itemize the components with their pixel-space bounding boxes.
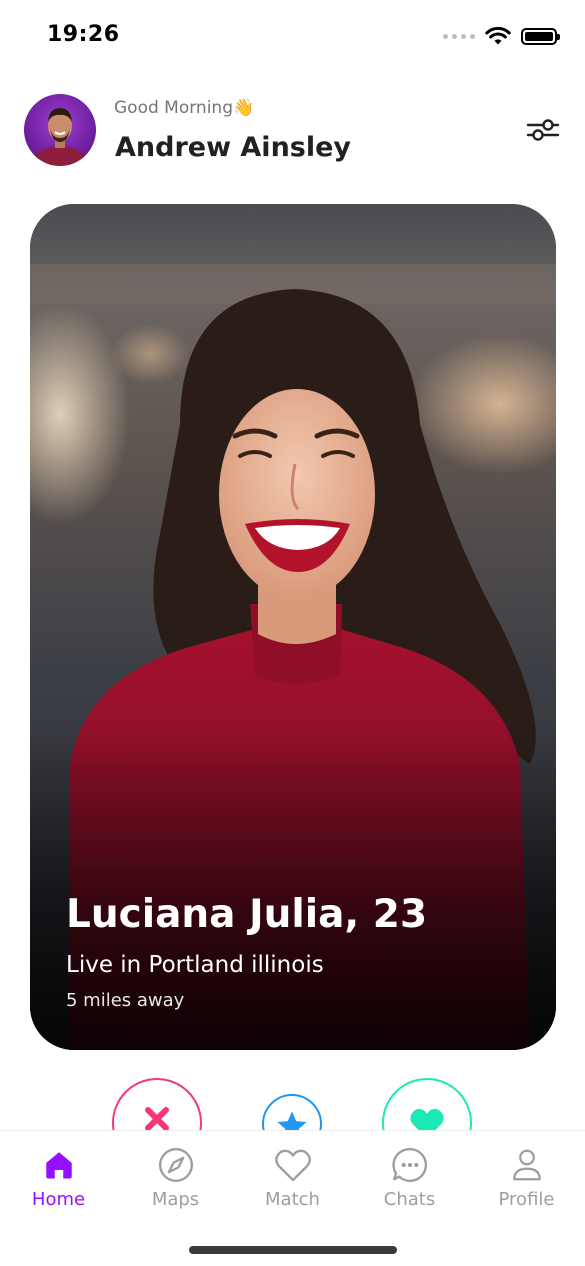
nav-label-maps: Maps bbox=[151, 1189, 200, 1210]
profile-location: Live in Portland illinois bbox=[66, 952, 324, 978]
profile-card[interactable]: Luciana Julia, 23 Live in Portland illin… bbox=[30, 204, 556, 1050]
nav-item-match[interactable]: Match bbox=[234, 1131, 351, 1227]
nav-item-profile[interactable]: Profile bbox=[468, 1131, 585, 1227]
nav-item-home[interactable]: Home bbox=[0, 1131, 117, 1227]
wifi-icon bbox=[485, 26, 511, 45]
profile-name-age: Luciana Julia, 23 bbox=[66, 892, 428, 937]
superlike-button[interactable] bbox=[262, 1094, 322, 1130]
status-bar: 19:26 bbox=[0, 0, 585, 74]
profile-distance: 5 miles away bbox=[66, 990, 185, 1011]
avatar-portrait bbox=[30, 108, 90, 166]
home-header: Good Morning👋 Andrew Ainsley bbox=[24, 94, 561, 168]
nav-item-chats[interactable]: Chats bbox=[351, 1131, 468, 1227]
battery-icon bbox=[521, 27, 560, 45]
nav-label-match: Match bbox=[265, 1189, 320, 1210]
nav-item-maps[interactable]: Maps bbox=[117, 1131, 234, 1227]
chat-icon bbox=[391, 1147, 427, 1182]
nav-label-chats: Chats bbox=[383, 1189, 436, 1210]
heart-icon bbox=[410, 1108, 444, 1130]
user-name: Andrew Ainsley bbox=[115, 132, 352, 163]
status-icons bbox=[443, 26, 560, 46]
filter-button[interactable] bbox=[525, 114, 561, 146]
greeting-text: Good Morning👋 bbox=[114, 98, 255, 118]
close-icon bbox=[145, 1107, 169, 1130]
dislike-button[interactable] bbox=[112, 1078, 202, 1130]
cellular-signal-icon bbox=[443, 33, 475, 39]
like-button[interactable] bbox=[382, 1078, 472, 1130]
compass-icon bbox=[158, 1147, 193, 1183]
sliders-icon bbox=[526, 119, 560, 141]
nav-label-profile: Profile bbox=[498, 1189, 555, 1210]
heart-outline-icon bbox=[274, 1149, 311, 1182]
home-indicator[interactable] bbox=[189, 1246, 397, 1254]
person-icon bbox=[512, 1149, 541, 1181]
user-avatar[interactable] bbox=[24, 94, 96, 166]
star-icon bbox=[277, 1111, 307, 1130]
swipe-actions bbox=[0, 1078, 585, 1130]
status-time: 19:26 bbox=[47, 22, 120, 47]
home-icon bbox=[45, 1152, 72, 1179]
home-screen: 19:26 Good Morning👋 Andrew Ainsley Lucia… bbox=[0, 0, 585, 1266]
nav-label-home: Home bbox=[31, 1189, 86, 1210]
